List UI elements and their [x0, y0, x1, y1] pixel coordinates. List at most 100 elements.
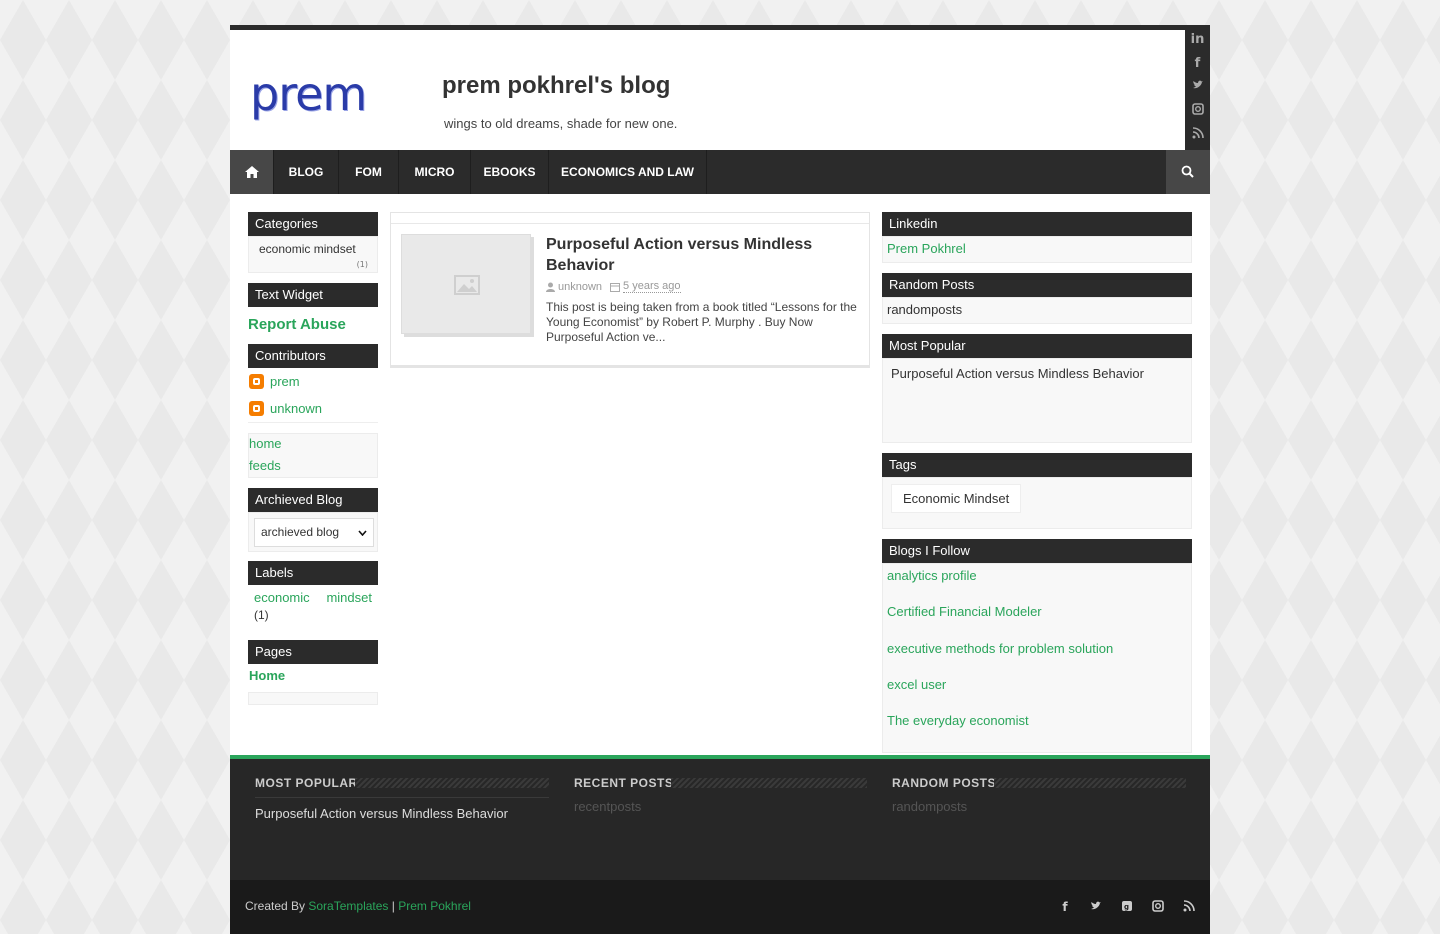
blogs-widget: analytics profile Certified Financial Mo…: [882, 563, 1192, 753]
footer-bottom: Created By SoraTemplates | Prem Pokhrel …: [230, 880, 1210, 934]
footer-divider: [255, 797, 549, 798]
post-card: Purposeful Action versus Mindless Behavi…: [391, 223, 869, 365]
contributor-name[interactable]: prem: [270, 374, 300, 389]
tag-button[interactable]: Economic Mindset: [891, 484, 1022, 513]
user-icon: [546, 282, 555, 292]
post-date: 5 years ago: [623, 280, 681, 293]
tags-widget: Economic Mindset: [882, 477, 1192, 529]
blog-link[interactable]: The everyday economist: [887, 713, 1029, 728]
main-nav: BLOG FOM MICRO EBOOKS ECONOMICS AND LAW: [230, 150, 1210, 194]
twitter-icon[interactable]: [1191, 79, 1205, 97]
link-feeds[interactable]: feeds: [249, 458, 281, 473]
widget-title-text: Text Widget: [248, 283, 378, 307]
post-author[interactable]: unknown: [558, 281, 602, 293]
right-sidebar: Linkedin Prem Pokhrel Random Posts rando…: [882, 212, 1192, 753]
category-count: (1): [356, 260, 368, 269]
widget-title-random: Random Posts: [882, 273, 1192, 297]
widget-title-linkedin: Linkedin: [882, 212, 1192, 236]
blogger-icon: [249, 373, 264, 389]
footer-stripe: [994, 778, 1186, 788]
footer-stripe: [355, 778, 549, 788]
svg-text:g: g: [1124, 903, 1129, 911]
pages-home-link[interactable]: Home: [249, 668, 378, 688]
widget-title-tags: Tags: [882, 453, 1192, 477]
label-link[interactable]: economic: [254, 590, 310, 605]
linkedin-widget: Prem Pokhrel: [882, 236, 1192, 263]
random-posts-text: randomposts: [887, 302, 963, 317]
facebook-icon[interactable]: f: [1191, 55, 1205, 73]
archive-select-value: archieved blog: [261, 525, 340, 539]
report-abuse-link[interactable]: Report Abuse: [248, 316, 378, 338]
credits: Created By SoraTemplates | Prem Pokhrel: [245, 899, 471, 913]
nav-item-blog[interactable]: BLOG: [274, 150, 339, 194]
widget-title-blogs: Blogs I Follow: [882, 539, 1192, 563]
categories-widget: economic mindset (1): [248, 236, 378, 273]
links-widget: home feeds: [248, 433, 378, 478]
post-list: Purposeful Action versus Mindless Behavi…: [390, 212, 870, 368]
author-link[interactable]: Prem Pokhrel: [398, 899, 471, 913]
blog-link[interactable]: Certified Financial Modeler: [887, 604, 1042, 619]
footer-widgets: MOST POPULAR Purposeful Action versus Mi…: [230, 759, 1210, 880]
site-title[interactable]: prem pokhrel's blog: [442, 72, 670, 100]
facebook-icon[interactable]: f: [1058, 900, 1072, 914]
instagram-icon[interactable]: [1191, 103, 1205, 121]
soratemplates-link[interactable]: SoraTemplates: [308, 899, 388, 913]
footer-recent-text: recentposts: [574, 799, 642, 814]
footer-title-popular: MOST POPULAR: [255, 776, 358, 790]
contributor-item[interactable]: unknown: [249, 399, 322, 417]
widget-title-contributors: Contributors: [248, 344, 378, 368]
header: prem prem pokhrel's blog wings to old dr…: [230, 30, 1185, 150]
category-item[interactable]: economic mindset: [259, 242, 356, 256]
post-title[interactable]: Purposeful Action versus Mindless Behavi…: [546, 234, 846, 276]
blog-link[interactable]: analytics profile: [887, 568, 977, 583]
page-wrapper: prem prem pokhrel's blog wings to old dr…: [230, 25, 1210, 934]
site-logo[interactable]: prem: [250, 67, 367, 121]
image-placeholder-icon: [454, 275, 480, 295]
widget-title-popular: Most Popular: [882, 334, 1192, 358]
post-thumbnail[interactable]: [401, 234, 531, 334]
nav-item-economics-and-law[interactable]: ECONOMICS AND LAW: [549, 150, 707, 194]
google-plus-icon[interactable]: g: [1120, 900, 1134, 914]
link-home[interactable]: home: [249, 436, 282, 451]
nav-item-micro[interactable]: MICRO: [399, 150, 471, 194]
instagram-icon[interactable]: [1151, 900, 1165, 914]
site-description: wings to old dreams, shade for new one.: [444, 116, 678, 131]
nav-search-button[interactable]: [1166, 150, 1210, 194]
nav-item-fom[interactable]: FOM: [339, 150, 399, 194]
random-widget: randomposts: [882, 297, 1192, 324]
footer-stripe: [671, 778, 867, 788]
linkedin-link[interactable]: Prem Pokhrel: [887, 241, 966, 256]
social-sidebar: in f: [1185, 25, 1210, 150]
rss-icon[interactable]: [1191, 127, 1205, 145]
home-icon: [245, 166, 259, 178]
created-by-text: Created By: [245, 899, 306, 913]
footer-popular-link[interactable]: Purposeful Action versus Mindless Behavi…: [255, 806, 508, 821]
footer-random-text: randomposts: [892, 799, 968, 814]
post-excerpt: This post is being taken from a book tit…: [546, 300, 857, 344]
archive-widget: archieved blog: [248, 512, 378, 552]
post-meta: unknown 5 years ago: [546, 280, 681, 293]
nav-item-ebooks[interactable]: EBOOKS: [471, 150, 549, 194]
popular-post-link[interactable]: Purposeful Action versus Mindless Behavi…: [891, 366, 1144, 381]
calendar-icon: [610, 282, 621, 292]
contributor-name[interactable]: unknown: [270, 401, 322, 416]
widget-title-pages: Pages: [248, 640, 378, 664]
blog-link[interactable]: executive methods for problem solution: [887, 641, 1113, 656]
credits-separator: |: [391, 899, 395, 913]
widget-title-categories: Categories: [248, 212, 378, 236]
linkedin-icon[interactable]: in: [1191, 31, 1205, 49]
twitter-icon[interactable]: [1089, 900, 1103, 914]
popular-widget: Purposeful Action versus Mindless Behavi…: [882, 358, 1192, 443]
search-icon: [1181, 165, 1194, 178]
nav-home-button[interactable]: [230, 150, 274, 194]
footer-title-recent: RECENT POSTS: [574, 776, 674, 790]
footer-title-random: RANDOM POSTS: [892, 776, 997, 790]
archive-select[interactable]: archieved blog: [254, 518, 374, 547]
blog-link[interactable]: excel user: [887, 677, 946, 692]
label-count: (1): [254, 608, 269, 622]
rss-icon[interactable]: [1182, 900, 1196, 914]
left-sidebar: Categories economic mindset (1) Text Wid…: [248, 212, 378, 705]
contributor-item[interactable]: prem: [249, 372, 300, 390]
label-link[interactable]: mindset: [326, 590, 372, 605]
empty-widget: [248, 692, 378, 705]
